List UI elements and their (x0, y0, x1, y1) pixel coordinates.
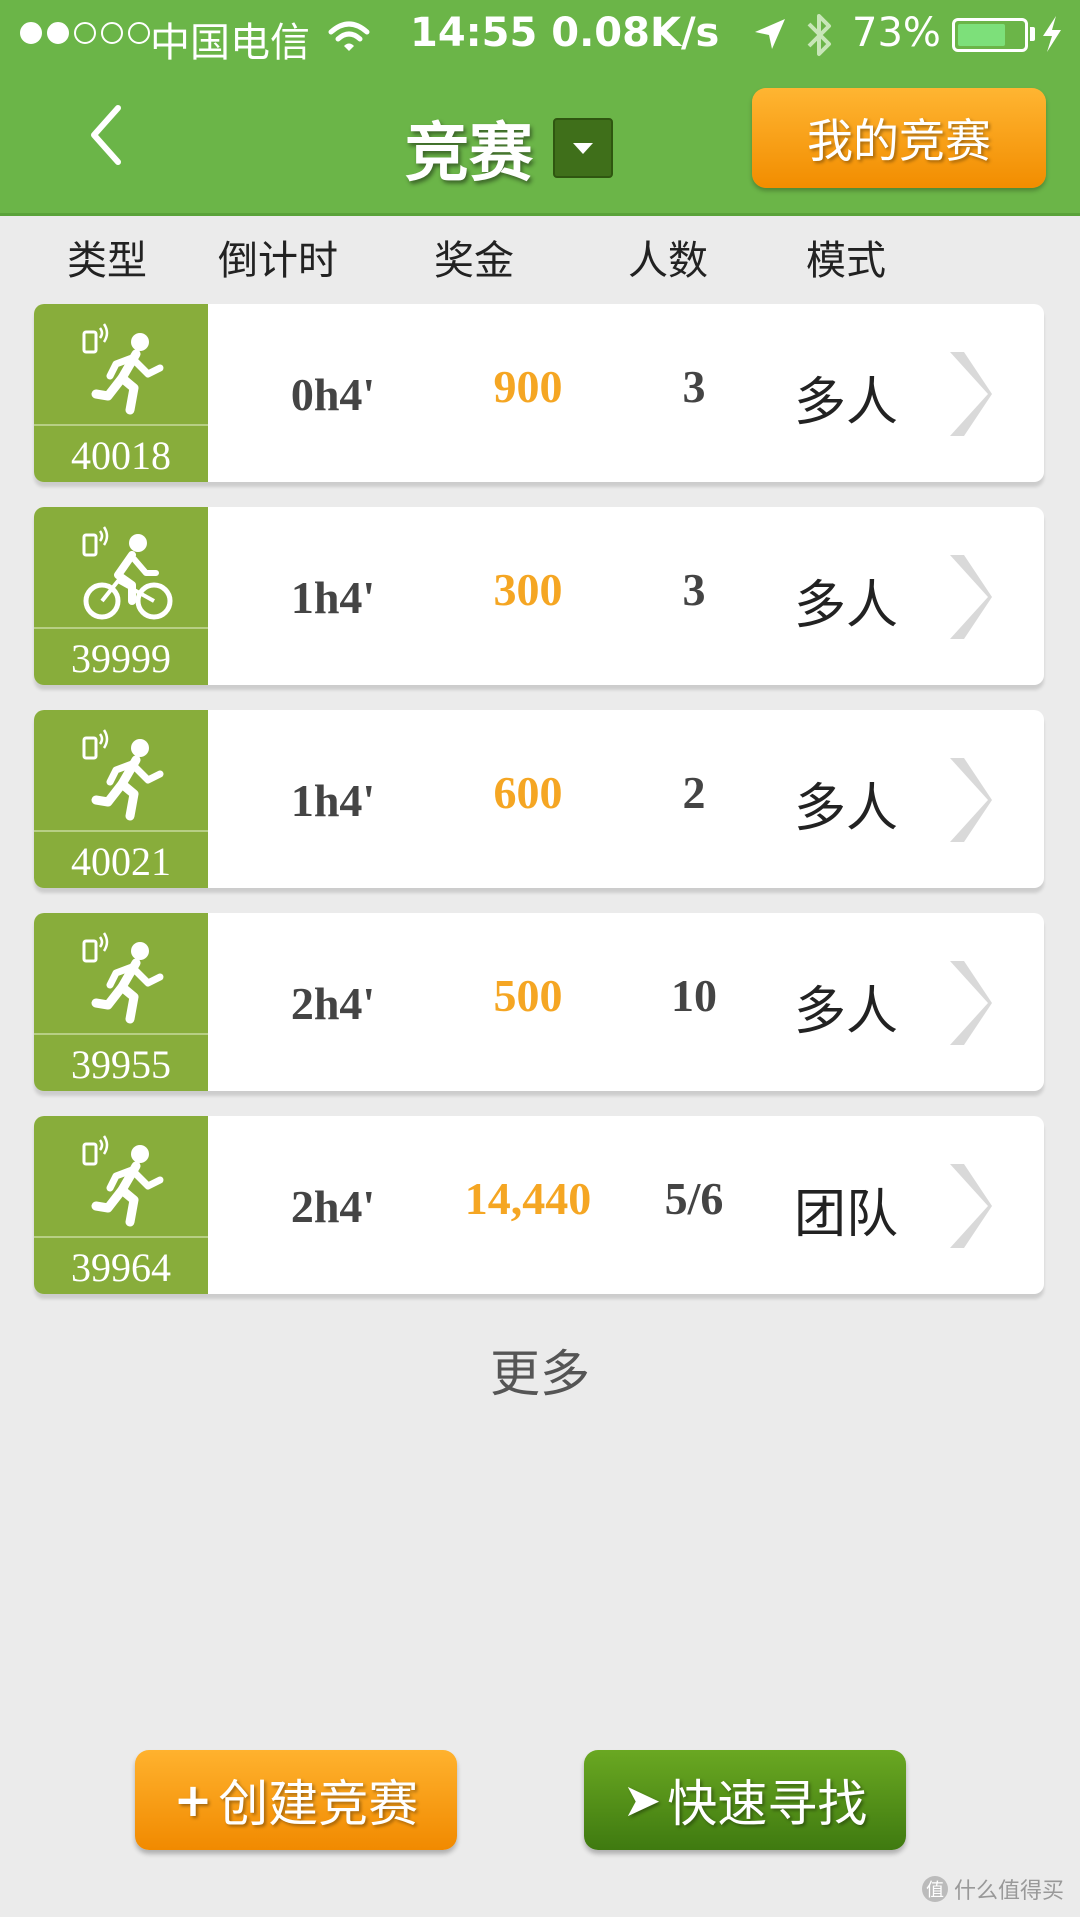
race-people: 3 (682, 361, 706, 412)
race-countdown: 2h4' (290, 1181, 376, 1232)
column-header-people: 人数 (628, 238, 708, 284)
race-countdown: 1h4' (290, 775, 376, 826)
race-id: 40018 (71, 433, 171, 478)
plus-icon: + (173, 1773, 213, 1827)
cycling-icon (74, 525, 174, 625)
chevron-right-icon (944, 551, 994, 647)
watermark: 值 什么值得买 (921, 1873, 1064, 1905)
create-race-button[interactable]: + 创建竞赛 (135, 1750, 457, 1850)
charging-bolt-icon (1040, 14, 1064, 64)
race-row[interactable]: 40021 1h4' 600 2 多人 (34, 710, 1044, 888)
load-more-link[interactable]: 更多 (0, 1334, 1080, 1406)
column-header-type: 类型 (67, 238, 147, 284)
race-type-badge: 40018 (34, 304, 208, 482)
race-id: 39955 (71, 1042, 171, 1087)
race-id: 40021 (71, 839, 171, 884)
quick-find-button[interactable]: ➤ 快速寻找 (584, 1750, 906, 1850)
race-prize: 14,440 (464, 1173, 592, 1224)
race-type-badge: 39955 (34, 913, 208, 1091)
watermark-text: 什么值得买 (953, 1879, 1064, 1904)
race-people: 3 (682, 564, 706, 615)
race-mode: 团队 (794, 1185, 899, 1245)
race-mode: 多人 (794, 982, 899, 1042)
title-dropdown-button[interactable] (553, 118, 613, 178)
race-people: 5/6 (664, 1173, 724, 1224)
chevron-right-icon (944, 348, 994, 444)
race-row[interactable]: 39999 1h4' 300 3 多人 (34, 507, 1044, 685)
arrow-right-icon: ➤ (622, 1773, 662, 1827)
running-icon (74, 728, 174, 828)
signal-strength-icon (20, 22, 150, 44)
running-icon (74, 931, 174, 1031)
caret-down-icon (573, 143, 593, 154)
race-type-badge: 39964 (34, 1116, 208, 1294)
quick-find-label: 快速寻找 (667, 1775, 868, 1833)
battery-tip (1030, 27, 1035, 41)
chevron-right-icon (944, 754, 994, 850)
my-races-button[interactable]: 我的竞赛 (752, 88, 1046, 188)
race-row[interactable]: 39964 2h4' 14,440 5/6 团队 (34, 1116, 1044, 1294)
top-header: 中国电信 14:55 0.08K/s 73% 竞赛 我的竞赛 (0, 0, 1080, 216)
chevron-right-icon (944, 1160, 994, 1256)
battery-icon (952, 18, 1028, 52)
race-countdown: 1h4' (290, 572, 376, 623)
running-icon (74, 1134, 174, 1234)
carrier-name: 中国电信 (150, 20, 310, 66)
page-title: 竞赛 (405, 117, 533, 191)
race-prize: 500 (493, 970, 563, 1021)
race-people: 2 (682, 767, 706, 818)
watermark-badge: 值 (921, 1876, 948, 1902)
status-bar: 中国电信 14:55 0.08K/s 73% (0, 0, 1080, 70)
column-header-mode: 模式 (806, 238, 886, 284)
create-race-label: 创建竞赛 (218, 1775, 419, 1833)
race-id: 39999 (71, 636, 171, 681)
race-type-badge: 39999 (34, 507, 208, 685)
column-headers: 类型 倒计时 奖金 人数 模式 (0, 220, 1080, 290)
race-countdown: 2h4' (290, 978, 376, 1029)
battery-percent: 73% (852, 10, 941, 56)
running-icon (74, 322, 174, 422)
back-chevron-icon[interactable] (80, 100, 140, 170)
battery-fill (958, 24, 1005, 46)
bluetooth-icon (804, 12, 834, 68)
race-type-badge: 40021 (34, 710, 208, 888)
status-time: 14:55 0.08K/s (410, 10, 720, 56)
wifi-icon (327, 18, 371, 64)
race-prize: 300 (493, 564, 563, 615)
race-mode: 多人 (794, 576, 899, 636)
chevron-right-icon (944, 957, 994, 1053)
race-people: 10 (671, 970, 717, 1021)
race-countdown: 0h4' (290, 369, 376, 420)
race-prize: 900 (493, 361, 563, 412)
race-row[interactable]: 40018 0h4' 900 3 多人 (34, 304, 1044, 482)
race-prize: 600 (493, 767, 563, 818)
race-row[interactable]: 39955 2h4' 500 10 多人 (34, 913, 1044, 1091)
column-header-prize: 奖金 (434, 238, 514, 284)
location-arrow-icon (752, 16, 788, 62)
race-id: 39964 (71, 1245, 171, 1290)
column-header-countdown: 倒计时 (218, 238, 338, 284)
title-group: 竞赛 (405, 102, 613, 194)
race-mode: 多人 (794, 779, 899, 839)
race-list: 40018 0h4' 900 3 多人 39999 1h4' 300 3 多人 … (34, 304, 1044, 1319)
race-mode: 多人 (794, 373, 899, 433)
